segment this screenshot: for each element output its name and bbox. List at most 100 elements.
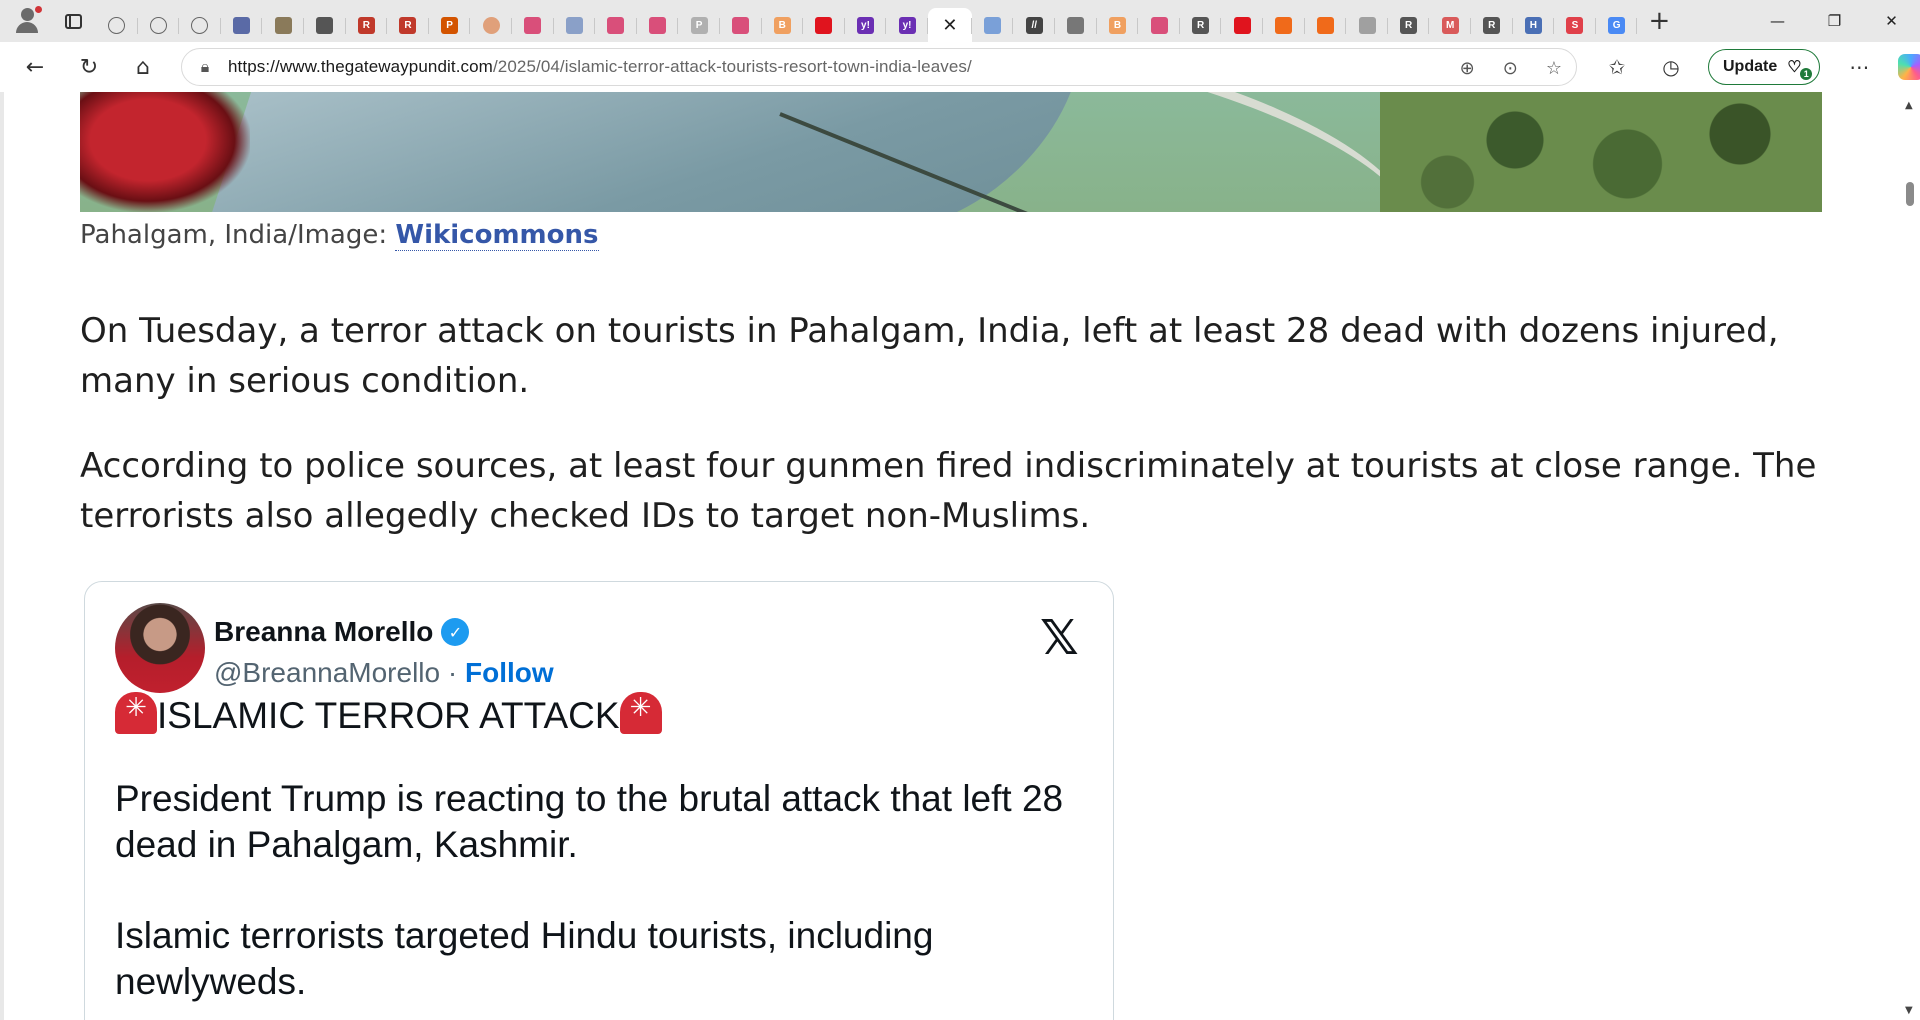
browser-tab[interactable]: [1138, 8, 1180, 42]
browser-tab[interactable]: [221, 8, 263, 42]
new-tab-button[interactable]: +: [1637, 0, 1681, 42]
refresh-icon[interactable]: ↻: [62, 42, 116, 92]
browser-tab[interactable]: [470, 8, 512, 42]
reading-view-icon[interactable]: ⊙: [1503, 58, 1518, 79]
copilot-icon[interactable]: [1898, 54, 1920, 80]
video-icon: [524, 16, 542, 34]
video-icon: [1150, 16, 1168, 34]
more-icon[interactable]: ⋯: [1832, 42, 1886, 92]
avatar[interactable]: [115, 603, 205, 693]
r-icon: R: [1400, 16, 1418, 34]
browser-tab[interactable]: [262, 8, 304, 42]
browser-tab[interactable]: [179, 8, 221, 42]
video-icon: [732, 16, 750, 34]
browser-tab[interactable]: [803, 8, 845, 42]
browser-tab[interactable]: //: [1013, 8, 1055, 42]
address-bar[interactable]: 🔒︎ https://www.thegatewaypundit.com/2025…: [181, 48, 1577, 86]
browser-tab[interactable]: B: [1097, 8, 1139, 42]
play-icon: [316, 16, 334, 34]
browser-tab[interactable]: R: [387, 8, 429, 42]
yahoo-icon: y!: [898, 16, 916, 34]
embedded-tweet[interactable]: Breanna Morello ✓ @BreannaMorello · Foll…: [84, 581, 1114, 1020]
tweet-body-2: Islamic terrorists targeted Hindu touris…: [115, 915, 934, 1002]
restore-icon[interactable]: ❐: [1806, 0, 1863, 42]
globe-icon: [108, 16, 126, 34]
minimize-icon[interactable]: —: [1749, 0, 1806, 42]
x-logo-icon[interactable]: 𝕏: [1040, 610, 1079, 666]
circle-icon: [482, 16, 500, 34]
browser-tab[interactable]: [1221, 8, 1263, 42]
tweet-handle[interactable]: @BreannaMorello: [214, 657, 440, 688]
tweet-author[interactable]: Breanna Morello ✓: [214, 616, 470, 648]
tab-actions-icon[interactable]: [50, 0, 96, 42]
video-icon: [649, 16, 667, 34]
browser-tab[interactable]: [720, 8, 762, 42]
follow-link[interactable]: Follow: [465, 657, 554, 688]
article-paragraph-1: On Tuesday, a terror attack on tourists …: [80, 311, 1779, 401]
update-button[interactable]: Update ♡ 1: [1708, 49, 1821, 85]
tweet-body-1: President Trump is reacting to the bruta…: [115, 778, 1064, 865]
tab-strip: R R P P By! y! ✕ // B R R M R H S G + — ❐ ✕: [0, 0, 1920, 42]
browser-tab[interactable]: [554, 8, 596, 42]
update-heart-icon: ♡ 1: [1787, 57, 1813, 80]
siren-emoji-icon: [619, 692, 662, 734]
zoom-icon[interactable]: ⊕: [1460, 58, 1475, 79]
m-icon: M: [1441, 16, 1459, 34]
page-scrollbar[interactable]: ▲ ▼: [1900, 92, 1920, 1020]
scroll-up-icon[interactable]: ▲: [1905, 100, 1913, 111]
site-info-icon[interactable]: 🔒︎: [182, 57, 228, 77]
browser-tab[interactable]: [1263, 8, 1305, 42]
browser-tab[interactable]: R: [1180, 8, 1222, 42]
home-icon[interactable]: ⌂: [116, 42, 170, 92]
browser-tab[interactable]: [512, 8, 554, 42]
browser-tab[interactable]: R: [1388, 8, 1430, 42]
tweet-author-name: Breanna Morello: [214, 616, 434, 647]
pdf-icon: P: [690, 16, 708, 34]
scrollbar-thumb[interactable]: [1906, 182, 1914, 206]
bookmark-icon: [1316, 16, 1334, 34]
search-icon: [984, 16, 1002, 34]
image-icon: [1358, 16, 1376, 34]
browser-tab[interactable]: B: [762, 8, 804, 42]
tweet-handle-line: @BreannaMorello · Follow: [214, 657, 554, 688]
browser-tab[interactable]: G: [1596, 8, 1638, 42]
caption-source-link[interactable]: Wikicommons: [395, 220, 599, 251]
active-tab[interactable]: ✕: [927, 8, 972, 42]
favorite-star-icon[interactable]: ☆: [1546, 58, 1562, 79]
close-window-icon[interactable]: ✕: [1863, 0, 1920, 42]
browser-tab[interactable]: R: [346, 8, 388, 42]
browser-tab[interactable]: [1055, 8, 1097, 42]
browser-tab[interactable]: S: [1554, 8, 1596, 42]
scroll-down-icon[interactable]: ▼: [1905, 1005, 1913, 1016]
favorites-icon[interactable]: ✩: [1590, 42, 1644, 92]
r-icon: R: [1483, 16, 1501, 34]
url-text[interactable]: https://www.thegatewaypundit.com/2025/04…: [228, 57, 972, 77]
browser-tab[interactable]: [972, 8, 1014, 42]
browser-tab[interactable]: P: [429, 8, 471, 42]
browser-tab[interactable]: [1305, 8, 1347, 42]
profile-icon[interactable]: [0, 0, 50, 42]
browser-tab[interactable]: H: [1513, 8, 1555, 42]
folder-icon: [274, 16, 292, 34]
history-icon[interactable]: ◷: [1644, 42, 1698, 92]
browser-tab[interactable]: M: [1429, 8, 1471, 42]
browser-tab[interactable]: [304, 8, 346, 42]
browser-tab[interactable]: [595, 8, 637, 42]
tab-list: R R P P By! y! ✕ // B R R M R H S G: [96, 0, 1637, 42]
browser-tab[interactable]: R: [1471, 8, 1513, 42]
r-icon: R: [399, 16, 417, 34]
s-icon: S: [1566, 16, 1584, 34]
verified-badge-icon: ✓: [441, 618, 470, 646]
blogger-icon: B: [773, 16, 791, 34]
browser-tab[interactable]: P: [678, 8, 720, 42]
browser-tab[interactable]: [637, 8, 679, 42]
article-paragraph-2: According to police sources, at least fo…: [80, 446, 1817, 536]
browser-tab[interactable]: y!: [886, 8, 928, 42]
browser-tab[interactable]: [138, 8, 180, 42]
close-tab-icon[interactable]: ✕: [942, 15, 957, 36]
browser-tab[interactable]: [1346, 8, 1388, 42]
browser-tab[interactable]: [96, 8, 138, 42]
browser-tab[interactable]: y!: [845, 8, 887, 42]
caption-text: Pahalgam, India/Image:: [80, 220, 396, 250]
back-icon[interactable]: ←: [8, 42, 62, 92]
